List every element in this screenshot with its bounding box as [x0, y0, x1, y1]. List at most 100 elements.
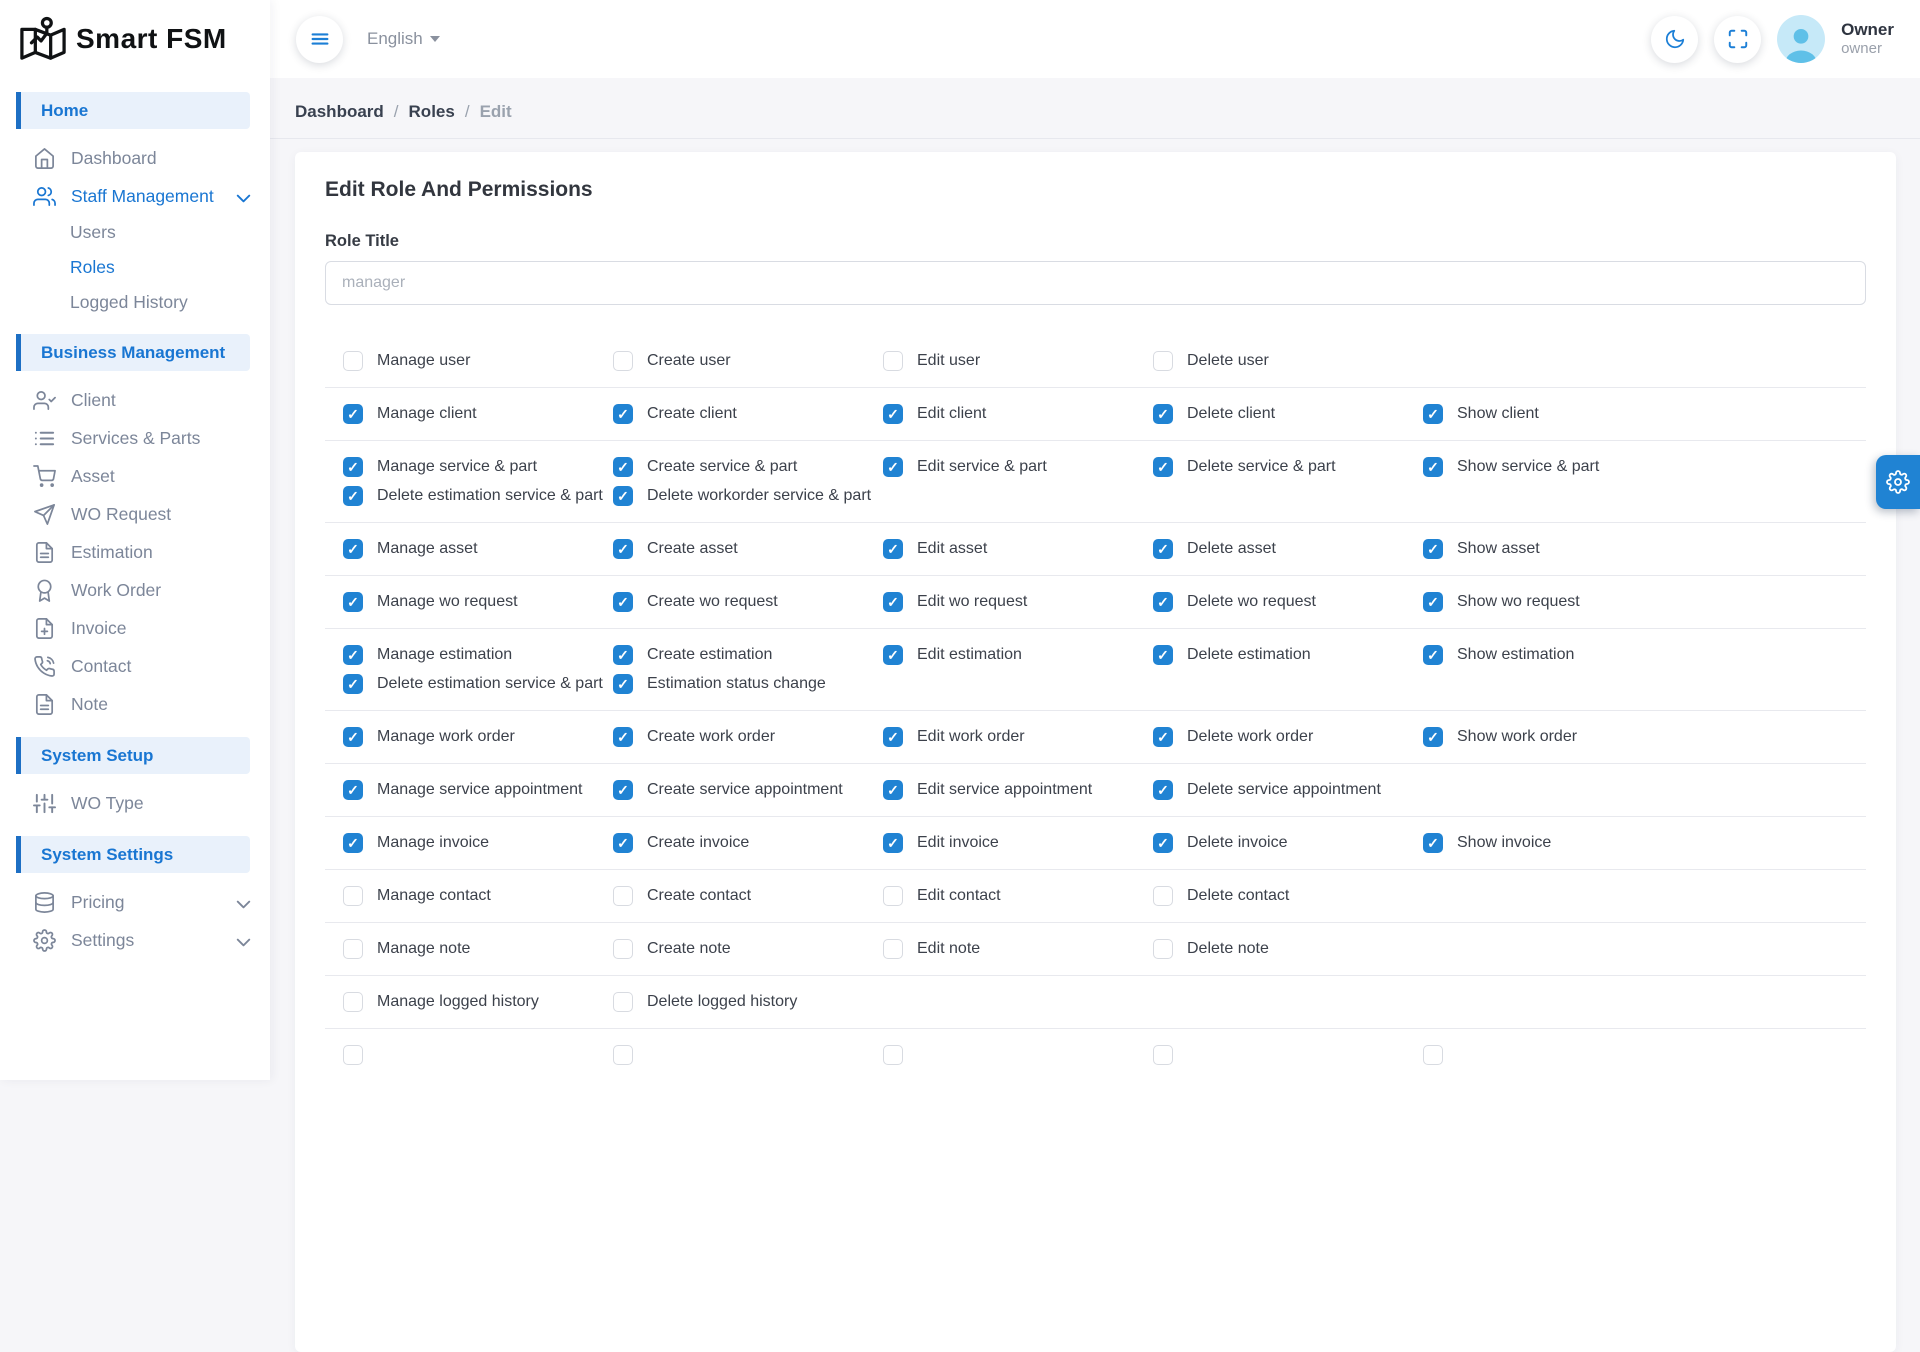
sidebar-subitem-roles[interactable]: Roles — [0, 250, 270, 285]
permission-label: Delete service & part — [1187, 458, 1336, 476]
permission-checkbox[interactable]: ✓ — [613, 645, 633, 665]
home-icon — [33, 147, 56, 170]
permission-checkbox[interactable] — [343, 992, 363, 1012]
permission-checkbox[interactable]: ✓ — [343, 457, 363, 477]
permission-checkbox[interactable] — [883, 351, 903, 371]
permission-checkbox[interactable] — [1153, 351, 1173, 371]
permission-checkbox[interactable]: ✓ — [1153, 833, 1173, 853]
sidebar-item-label: Dashboard — [71, 148, 157, 169]
sidebar-item-services-parts[interactable]: Services & Parts — [0, 419, 270, 457]
permission-checkbox[interactable]: ✓ — [883, 727, 903, 747]
permission-checkbox[interactable]: ✓ — [343, 645, 363, 665]
sidebar-section-system-setup: System Setup — [16, 737, 250, 774]
permission-checkbox[interactable]: ✓ — [1423, 592, 1443, 612]
sidebar-subitem-users[interactable]: Users — [0, 215, 270, 250]
permission-checkbox[interactable] — [1153, 1045, 1173, 1065]
permission-checkbox[interactable] — [613, 1045, 633, 1065]
permission-checkbox[interactable]: ✓ — [613, 404, 633, 424]
breadcrumb-roles[interactable]: Roles — [409, 102, 455, 122]
permission-checkbox[interactable] — [883, 886, 903, 906]
sidebar-item-wo-request[interactable]: WO Request — [0, 495, 270, 533]
permission-checkbox[interactable]: ✓ — [613, 486, 633, 506]
permission-edit-user: Edit user — [883, 351, 1153, 371]
permission-checkbox[interactable] — [613, 351, 633, 371]
permission-checkbox[interactable]: ✓ — [343, 727, 363, 747]
permission-checkbox[interactable]: ✓ — [1153, 727, 1173, 747]
file-icon — [33, 541, 56, 564]
permission-checkbox[interactable]: ✓ — [883, 645, 903, 665]
language-selector[interactable]: English — [367, 29, 440, 49]
permission-checkbox[interactable]: ✓ — [613, 457, 633, 477]
sidebar-subitem-logged-history[interactable]: Logged History — [0, 285, 270, 320]
permission-checkbox[interactable] — [613, 992, 633, 1012]
menu-toggle-button[interactable] — [296, 16, 343, 63]
permission-checkbox[interactable] — [1423, 1045, 1443, 1065]
permission-checkbox[interactable] — [883, 1045, 903, 1065]
permission-checkbox[interactable]: ✓ — [1423, 645, 1443, 665]
permission-checkbox[interactable]: ✓ — [1423, 727, 1443, 747]
permission-checkbox[interactable] — [343, 939, 363, 959]
permission-checkbox[interactable]: ✓ — [343, 404, 363, 424]
permission-checkbox[interactable]: ✓ — [343, 833, 363, 853]
permission-checkbox[interactable]: ✓ — [1423, 457, 1443, 477]
permission-checkbox[interactable] — [1153, 886, 1173, 906]
permission-checkbox[interactable]: ✓ — [613, 833, 633, 853]
permission-checkbox[interactable]: ✓ — [613, 674, 633, 694]
permission-checkbox[interactable]: ✓ — [883, 539, 903, 559]
permission-checkbox[interactable]: ✓ — [1423, 539, 1443, 559]
permission-checkbox[interactable]: ✓ — [613, 592, 633, 612]
sidebar-item-invoice[interactable]: Invoice — [0, 609, 270, 647]
avatar[interactable] — [1777, 15, 1825, 63]
permission-checkbox[interactable]: ✓ — [343, 486, 363, 506]
permission-checkbox[interactable]: ✓ — [883, 457, 903, 477]
permission-checkbox[interactable]: ✓ — [1153, 645, 1173, 665]
permission-checkbox[interactable]: ✓ — [883, 592, 903, 612]
permission-checkbox[interactable]: ✓ — [1423, 404, 1443, 424]
sidebar-item-asset[interactable]: Asset — [0, 457, 270, 495]
permission-checkbox[interactable]: ✓ — [343, 674, 363, 694]
sidebar-item-contact[interactable]: Contact — [0, 647, 270, 685]
sidebar-item-staff-management[interactable]: Staff Management — [0, 177, 270, 215]
permission-checkbox[interactable]: ✓ — [613, 727, 633, 747]
sidebar-item-dashboard[interactable]: Dashboard — [0, 139, 270, 177]
permission-checkbox[interactable] — [613, 939, 633, 959]
sidebar-item-pricing[interactable]: Pricing — [0, 883, 270, 921]
permission-checkbox[interactable] — [343, 351, 363, 371]
permission-checkbox[interactable] — [883, 939, 903, 959]
permission-checkbox[interactable]: ✓ — [613, 780, 633, 800]
permission-checkbox[interactable]: ✓ — [1423, 833, 1443, 853]
permission-delete-wo-request: ✓Delete wo request — [1153, 592, 1423, 612]
sidebar-item-wo-type[interactable]: WO Type — [0, 784, 270, 822]
permission-checkbox[interactable] — [1153, 939, 1173, 959]
permission-checkbox[interactable]: ✓ — [883, 780, 903, 800]
sidebar-item-settings[interactable]: Settings — [0, 921, 270, 959]
permission-checkbox[interactable]: ✓ — [343, 592, 363, 612]
permission-checkbox[interactable]: ✓ — [1153, 592, 1173, 612]
breadcrumb-current: Edit — [480, 102, 512, 122]
sidebar-item-estimation[interactable]: Estimation — [0, 533, 270, 571]
permission-checkbox[interactable]: ✓ — [1153, 780, 1173, 800]
dark-mode-button[interactable] — [1651, 16, 1698, 63]
sidebar-item-note[interactable]: Note — [0, 685, 270, 723]
permission-checkbox[interactable]: ✓ — [883, 404, 903, 424]
sidebar-item-client[interactable]: Client — [0, 381, 270, 419]
customizer-button[interactable] — [1876, 455, 1920, 509]
file-icon — [33, 693, 56, 716]
permission-checkbox[interactable]: ✓ — [1153, 404, 1173, 424]
permission-checkbox[interactable]: ✓ — [1153, 539, 1173, 559]
permission-checkbox[interactable]: ✓ — [1153, 457, 1173, 477]
permission-label: Edit invoice — [917, 834, 999, 852]
fullscreen-button[interactable] — [1714, 16, 1761, 63]
breadcrumb-dashboard[interactable]: Dashboard — [295, 102, 384, 122]
permission-checkbox[interactable]: ✓ — [343, 780, 363, 800]
logo[interactable]: Smart FSM — [0, 0, 270, 78]
permission-checkbox[interactable] — [343, 1045, 363, 1065]
role-title-input[interactable] — [325, 261, 1866, 305]
permission-checkbox[interactable]: ✓ — [613, 539, 633, 559]
permission-checkbox[interactable]: ✓ — [343, 539, 363, 559]
permission-checkbox[interactable]: ✓ — [883, 833, 903, 853]
sidebar-item-work-order[interactable]: Work Order — [0, 571, 270, 609]
permission-checkbox[interactable] — [613, 886, 633, 906]
phone-icon — [33, 655, 56, 678]
permission-checkbox[interactable] — [343, 886, 363, 906]
